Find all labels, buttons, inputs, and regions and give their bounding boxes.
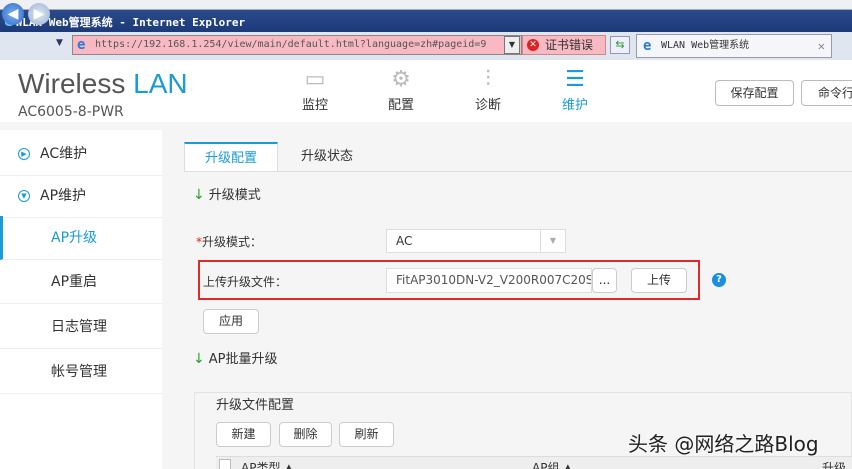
url-text: https://192.168.1.254/view/main/default.…: [95, 39, 487, 50]
section-upgrade-mode[interactable]: ↓ 升级模式: [193, 184, 261, 203]
nav-label: 配置: [387, 98, 414, 113]
sidebar-item-log[interactable]: 日志管理: [0, 305, 162, 349]
nav-label: 诊断: [474, 98, 501, 113]
chevron-down-icon: ↓: [193, 351, 205, 367]
chevron-down-icon: ▼: [540, 230, 565, 252]
nav-maintenance[interactable]: ☰ 维护: [545, 66, 605, 113]
tab-upgrade-config[interactable]: 升级配置: [184, 142, 278, 172]
sidebar-item-ac-maintenance[interactable]: ▶ AC维护: [0, 132, 162, 176]
nav-config[interactable]: ⚙ 配置: [371, 66, 431, 113]
nav-diagnose[interactable]: ⫶ 诊断: [458, 66, 518, 113]
browser-tab[interactable]: e WLAN Web管理系统 ✕: [636, 34, 832, 58]
tab-title: WLAN Web管理系统: [661, 40, 750, 51]
cli-button[interactable]: 命令行: [801, 80, 852, 106]
sidebar-label: AP维护: [40, 188, 87, 204]
section-batch-upgrade[interactable]: ↓ AP批量升级: [193, 348, 277, 367]
certificate-error-button[interactable]: ✕ 证书错误: [522, 35, 606, 55]
sidebar-item-ap-maintenance[interactable]: ▼ AP维护: [0, 174, 162, 218]
logo-accent: LAN: [133, 68, 188, 99]
window-title: WLAN Web管理系统 - Internet Explorer: [15, 16, 246, 29]
select-all-checkbox[interactable]: [219, 459, 231, 469]
tab-divider: [184, 171, 852, 172]
error-icon: ✕: [527, 39, 539, 51]
gear-icon: ⚙: [391, 67, 411, 92]
cert-error-label: 证书错误: [545, 38, 594, 52]
section-title: AP批量升级: [208, 352, 278, 367]
expand-icon: ▶: [18, 148, 30, 160]
ie-icon: e: [77, 37, 86, 53]
mode-value: AC: [396, 234, 413, 248]
mode-label-text: 升级模式：: [202, 235, 263, 249]
nav-monitor[interactable]: ▭ 监控: [285, 66, 345, 113]
nav-label: 维护: [561, 98, 588, 113]
browser-toolbar-strip: [0, 0, 852, 10]
save-config-button[interactable]: 保存配置: [715, 80, 794, 106]
table-header: AP类型 ▲ AP组 ▲ 升级: [216, 456, 852, 469]
panel-title: 升级文件配置: [216, 394, 299, 413]
maintenance-icon: ☰: [565, 67, 585, 92]
file-path-input[interactable]: FitAP3010DN-V2_V200R007C20S: [386, 268, 592, 293]
sliders-icon: ⫶: [485, 67, 491, 92]
watermark: 头条 @网络之路Blog: [628, 432, 819, 456]
address-dropdown-icon[interactable]: ▼: [504, 36, 520, 54]
sidebar-item-account[interactable]: 帐号管理: [0, 350, 162, 394]
refresh-button[interactable]: 刷新: [339, 422, 394, 447]
forward-button[interactable]: ▶: [28, 3, 50, 25]
history-dropdown-icon[interactable]: ▼: [56, 38, 63, 48]
tab-upgrade-status[interactable]: 升级状态: [284, 142, 370, 172]
column-ap-group[interactable]: AP组 ▲: [532, 459, 573, 469]
sidebar: ▶ AC维护 ▼ AP维护 AP升级 AP重启 日志管理 帐号管理: [0, 130, 162, 469]
window-titlebar: eWLAN Web管理系统 - Internet Explorer: [0, 10, 852, 32]
upload-button[interactable]: 上传: [631, 268, 687, 293]
close-tab-icon[interactable]: ✕: [818, 35, 825, 57]
upgrade-mode-select[interactable]: AC ▼: [386, 229, 566, 253]
monitor-icon: ▭: [304, 67, 326, 92]
sidebar-item-ap-upgrade[interactable]: AP升级: [0, 216, 162, 260]
new-button[interactable]: 新建: [216, 422, 271, 447]
collapse-icon: ▼: [18, 190, 30, 202]
logo: Wireless LAN: [18, 68, 188, 100]
sidebar-label: AC维护: [40, 146, 88, 162]
logo-main: Wireless: [18, 68, 126, 99]
refresh-icon[interactable]: ⇆: [610, 36, 630, 54]
device-model: AC6005-8-PWR: [18, 104, 124, 120]
back-button[interactable]: ◀: [2, 3, 24, 25]
column-upgrade[interactable]: 升级: [822, 459, 846, 469]
address-bar[interactable]: e https://192.168.1.254/view/main/default…: [72, 35, 522, 55]
mode-label: *升级模式：: [196, 235, 263, 249]
upload-file-label: 上传升级文件：: [203, 275, 288, 289]
help-icon[interactable]: ?: [712, 273, 726, 287]
column-ap-type[interactable]: AP类型 ▲: [241, 459, 294, 469]
nav-label: 监控: [301, 98, 328, 113]
ie-icon: e: [643, 38, 652, 54]
browse-button[interactable]: ...: [592, 268, 617, 293]
chevron-down-icon: ↓: [193, 187, 205, 203]
delete-button[interactable]: 删除: [279, 422, 332, 447]
sidebar-item-ap-reboot[interactable]: AP重启: [0, 260, 162, 304]
section-title: 升级模式: [208, 188, 261, 203]
apply-button[interactable]: 应用: [203, 309, 259, 334]
